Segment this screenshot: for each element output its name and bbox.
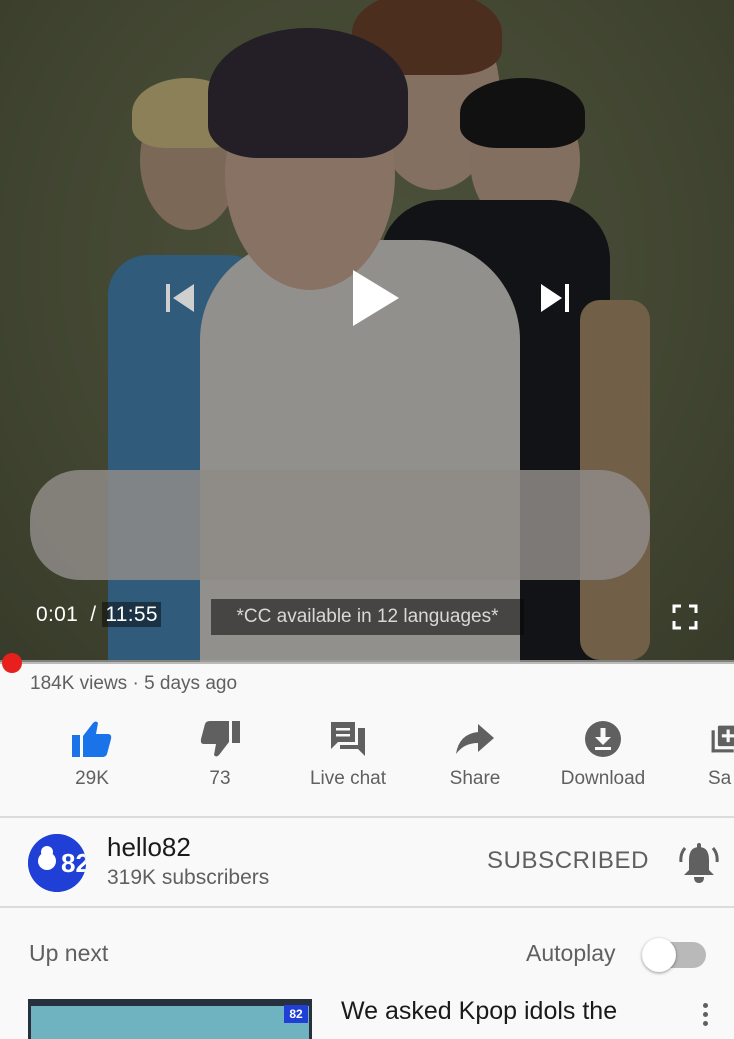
channel-name[interactable]: hello82	[107, 832, 191, 863]
more-options-button[interactable]	[697, 1003, 713, 1033]
up-next-thumbnail[interactable]: 82	[28, 999, 312, 1039]
fullscreen-icon	[672, 604, 698, 630]
save-button[interactable]: Sa	[660, 710, 734, 810]
subscriber-count: 319K subscribers	[107, 866, 270, 889]
play-icon	[353, 270, 399, 326]
download-button[interactable]: Download	[539, 710, 667, 810]
video-duration: 11:55	[102, 602, 161, 627]
current-time: 0:01	[36, 603, 79, 626]
channel-avatar[interactable]: 82	[28, 834, 86, 892]
fullscreen-button[interactable]	[668, 600, 702, 634]
progress-bar[interactable]	[0, 660, 734, 664]
autoplay-toggle[interactable]	[642, 938, 706, 972]
download-label: Download	[560, 768, 646, 789]
notification-bell-button[interactable]	[679, 842, 719, 889]
channel-badge: 82	[284, 1005, 308, 1023]
live-chat-button[interactable]: Live chat	[284, 710, 412, 810]
thumbs-down-icon	[200, 721, 240, 757]
divider	[0, 906, 734, 908]
share-label: Share	[449, 768, 501, 789]
progress-scrubber[interactable]	[2, 653, 22, 673]
skip-next-icon	[541, 284, 569, 312]
divider	[0, 816, 734, 818]
skip-previous-icon	[166, 284, 194, 312]
save-label: Sa	[708, 768, 732, 789]
like-button[interactable]: 29K	[28, 710, 156, 810]
bell-icon	[679, 843, 719, 883]
caption-notice: *CC available in 12 languages*	[211, 599, 524, 635]
action-bar: 29K 73 Live chat Share Download Sa	[0, 710, 734, 816]
like-count: 29K	[75, 768, 109, 789]
save-playlist-icon	[711, 725, 734, 753]
hello82-logo: 82	[28, 834, 86, 892]
stats-dot: ·	[132, 673, 139, 694]
video-frame	[0, 0, 734, 662]
view-count: 184K views	[30, 673, 128, 694]
time-display: 0:01 /11:55	[36, 602, 161, 627]
up-next-title[interactable]: We asked Kpop idols the	[341, 997, 617, 1026]
share-button[interactable]: Share	[411, 710, 539, 810]
subscribed-button[interactable]: SUBSCRIBED	[487, 847, 649, 875]
play-button[interactable]	[340, 265, 406, 331]
toggle-knob	[642, 938, 676, 972]
next-video-button[interactable]	[534, 278, 576, 318]
dislike-count: 73	[209, 768, 231, 789]
thumbs-up-icon	[72, 721, 112, 757]
live-chat-label: Live chat	[309, 768, 387, 789]
video-player[interactable]: 0:01 /11:55 *CC available in 12 language…	[0, 0, 734, 662]
previous-video-button[interactable]	[160, 278, 200, 318]
svg-text:82: 82	[61, 848, 86, 878]
download-icon	[585, 721, 621, 757]
autoplay-label: Autoplay	[526, 940, 616, 966]
dislike-button[interactable]: 73	[156, 710, 284, 810]
upload-age: 5 days ago	[144, 673, 238, 694]
up-next-heading: Up next	[29, 940, 109, 966]
time-separator: /	[90, 603, 97, 626]
video-stats: 184K views · 5 days ago	[30, 673, 237, 695]
share-icon	[456, 724, 494, 754]
live-chat-icon	[331, 722, 365, 756]
